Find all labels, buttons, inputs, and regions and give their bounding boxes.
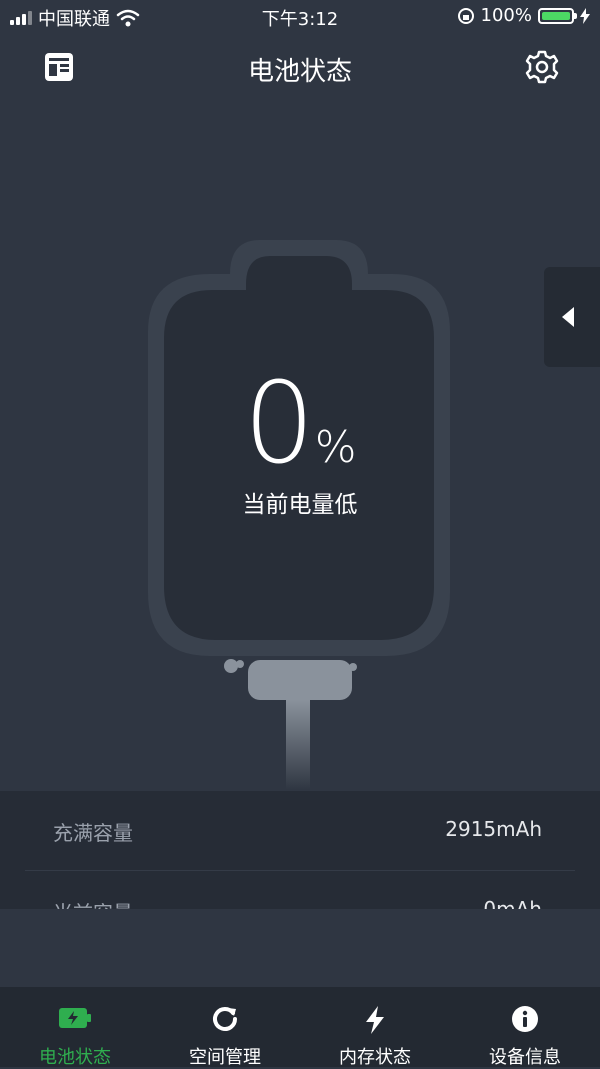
info-row-full-capacity: 充满容量 2915mAh	[25, 791, 575, 871]
info-value: 2915mAh	[445, 817, 542, 841]
info-icon	[512, 1006, 538, 1032]
info-row-current-capacity: 当前容量 0mAh	[25, 871, 575, 909]
info-label: 充满容量	[53, 821, 133, 845]
battery-percent-label: 100%	[480, 5, 532, 26]
info-label: 当前容量	[53, 897, 133, 909]
tab-label: 内存状态	[339, 1047, 411, 1068]
charging-icon	[580, 7, 590, 24]
refresh-icon	[213, 1007, 237, 1031]
gear-icon[interactable]	[524, 49, 560, 85]
battery-info-list: 充满容量 2915mAh 当前容量 0mAh	[0, 791, 600, 909]
tab-device-info[interactable]: 设备信息	[450, 987, 600, 1068]
bolt-icon	[366, 1006, 384, 1034]
tab-bar: 电池状态 空间管理 内存状态 设备信息	[0, 987, 600, 1068]
tab-memory-status[interactable]: 内存状态	[300, 987, 450, 1068]
battery-bolt-icon	[59, 1008, 91, 1028]
chevron-left-icon	[562, 307, 574, 327]
tab-label: 空间管理	[189, 1047, 261, 1068]
battery-percent-display: 0%	[0, 368, 600, 480]
page-title: 电池状态	[247, 57, 352, 87]
side-panel-toggle[interactable]	[544, 267, 600, 367]
info-value: 0mAh	[483, 897, 542, 909]
tab-label: 设备信息	[489, 1047, 561, 1068]
tab-battery-status[interactable]: 电池状态	[0, 987, 150, 1068]
tab-label: 电池状态	[39, 1047, 111, 1068]
battery-status-icon	[538, 7, 577, 24]
nav-bar: 电池状态	[0, 34, 600, 100]
battery-percent-value: 0	[243, 359, 315, 489]
status-bar: 中国联通 下午3:12 100%	[0, 0, 600, 34]
battery-status-text: 当前电量低	[242, 492, 358, 518]
battery-hero: 0% 当前电量低	[0, 100, 600, 790]
tab-storage-management[interactable]: 空间管理	[150, 987, 300, 1068]
battery-percent-symbol: %	[314, 422, 357, 473]
orientation-lock-icon	[457, 7, 474, 24]
